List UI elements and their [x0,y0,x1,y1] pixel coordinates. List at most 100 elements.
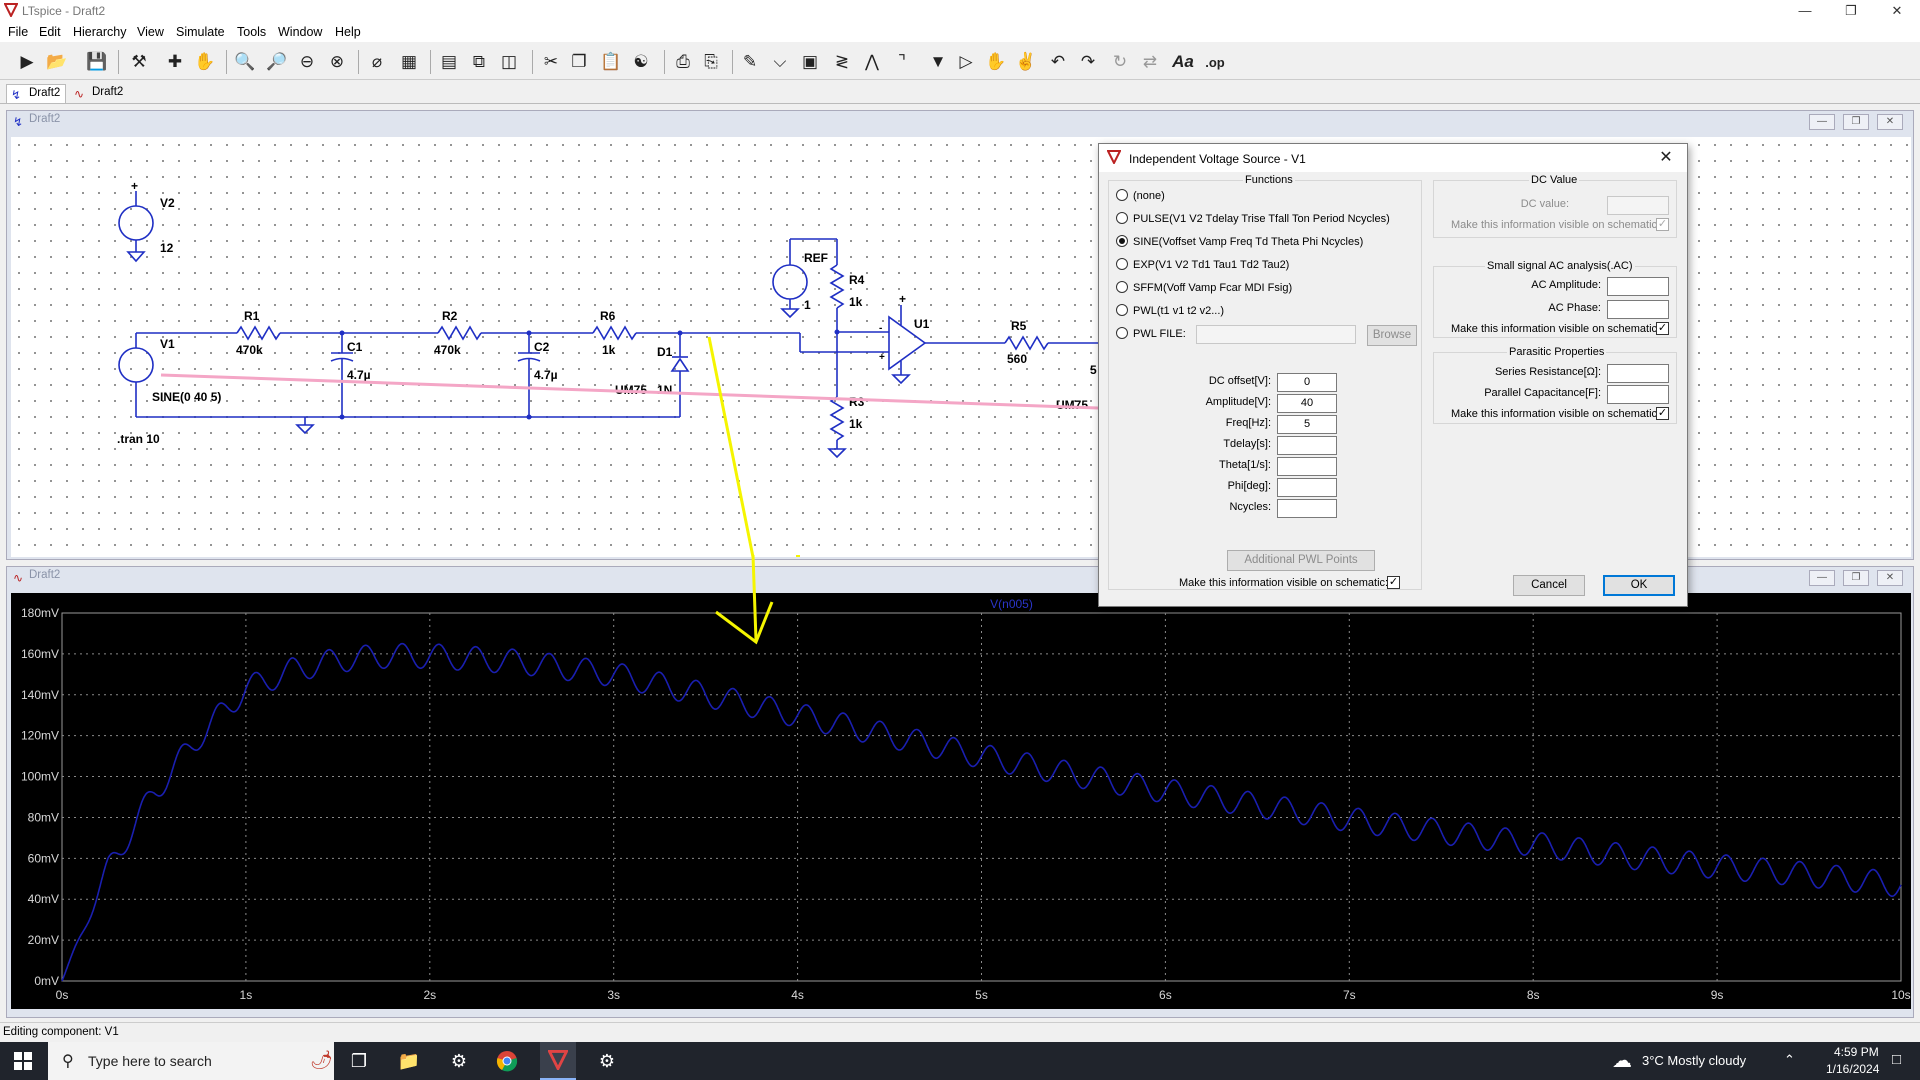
ac-amplitude-input[interactable] [1607,277,1669,296]
tab-schematic[interactable]: ↯ Draft2 [6,84,67,103]
functions-visible-checkbox[interactable]: ✓ [1387,576,1400,589]
zoom-fit-icon[interactable]: ⊗ [324,49,350,75]
capacitor-icon[interactable]: ⋀ [859,49,885,75]
mirror-icon[interactable]: ⇄ [1137,49,1163,75]
additional-pwl-points-button[interactable]: Additional PWL Points [1227,550,1375,571]
radio-pulse[interactable] [1116,212,1128,224]
menu-edit[interactable]: Edit [39,25,61,39]
menu-hierarchy[interactable]: Hierarchy [73,25,127,39]
autorange-icon[interactable]: ⌀ [364,49,390,75]
menu-file[interactable]: File [8,25,28,39]
menu-simulate[interactable]: Simulate [176,25,225,39]
drag-icon[interactable]: ✌ [1013,49,1039,75]
move-icon[interactable]: ✋ [983,49,1009,75]
tdelay-input[interactable] [1277,436,1337,455]
clock-time[interactable]: 4:59 PM [1834,1045,1879,1059]
menu-view[interactable]: View [137,25,164,39]
notification-icon[interactable]: □ [1892,1051,1901,1068]
ac-visible-checkbox[interactable]: ✓ [1656,322,1669,335]
menu-tools[interactable]: Tools [237,25,266,39]
task-view-icon[interactable]: ❐ [342,1042,376,1080]
menu-window[interactable]: Window [278,25,322,39]
chrome-icon[interactable] [490,1042,524,1080]
rotate-icon[interactable]: ↻ [1107,49,1133,75]
ltspice-waveform-taskbar-icon[interactable]: ⚙ [590,1042,624,1080]
settings-icon[interactable]: ⚙ [442,1042,476,1080]
component-icon[interactable]: ▷ [953,49,979,75]
zoom-in-icon[interactable]: 🔍 [232,49,258,75]
radio-sffm[interactable] [1116,281,1128,293]
clock-date[interactable]: 1/16/2024 [1826,1062,1879,1076]
pan-icon[interactable]: ✋ [192,49,218,75]
radio-pwl[interactable] [1116,304,1128,316]
tile-vertical-icon[interactable]: ◫ [496,49,522,75]
mark-range-icon[interactable]: ▦ [396,49,422,75]
freq-input[interactable]: 5 [1277,415,1337,434]
tile-horizontal-icon[interactable]: ▤ [436,49,462,75]
mdi-close-button[interactable]: ✕ [1877,114,1903,130]
restore-button[interactable]: ❐ [1828,1,1874,21]
print-preview-icon[interactable]: ⎘ [698,49,724,75]
ground-icon[interactable]: ⌵ [767,49,793,75]
mdi-minimize-button[interactable]: — [1809,114,1835,130]
diode-icon[interactable]: ▼ [925,49,951,75]
mdi-maximize-button[interactable]: ❐ [1843,114,1869,130]
paste-icon[interactable]: 📋 [598,49,624,75]
zoom-out-icon[interactable]: ⊖ [294,49,320,75]
tray-chevron-icon[interactable]: ⌃ [1784,1052,1795,1068]
theta-input[interactable] [1277,457,1337,476]
radio-pwl-file[interactable] [1116,327,1128,339]
resistor-icon[interactable]: ≷ [829,49,855,75]
file-explorer-icon[interactable]: 📁 [392,1042,426,1080]
draw-wire-icon[interactable]: ✎ [737,49,763,75]
open-icon[interactable]: 📂 [44,49,70,75]
find-icon[interactable]: ☯ [628,49,654,75]
browse-button[interactable]: Browse [1367,325,1417,346]
dc-value-input[interactable] [1607,196,1669,215]
undo-icon[interactable]: ↶ [1045,49,1071,75]
waveform-plot[interactable]: 0s 1s 2s 3s 4s 5s 6s 7s 8s 9s 10s 0mV 20mV 40mV 60mV 80… [11,593,1911,1009]
radio-exp[interactable] [1116,258,1128,270]
dialog-close-button[interactable]: ✕ [1651,146,1681,170]
ac-phase-input[interactable] [1607,300,1669,319]
amplitude-input[interactable]: 40 [1277,394,1337,413]
parallel-capacitance-input[interactable] [1607,385,1669,404]
close-button[interactable]: ✕ [1874,1,1920,21]
dc-offset-input[interactable]: 0 [1277,373,1337,392]
windows-start-icon[interactable] [0,1042,46,1080]
phi-input[interactable] [1277,478,1337,497]
spice-directive-icon[interactable]: .op [1202,49,1228,75]
text-icon[interactable]: Aa [1170,49,1196,75]
tab-waveform[interactable]: ∿ Draft2 [70,84,128,103]
ncycles-input[interactable] [1277,499,1337,518]
mdi-close-button[interactable]: ✕ [1877,570,1903,586]
dc-visible-checkbox[interactable]: ✓ [1656,218,1669,231]
zoom-back-icon[interactable]: 🔎 [264,49,290,75]
save-icon[interactable]: 💾 [84,49,110,75]
control-panel-icon[interactable]: ⚒ [126,49,152,75]
pwl-file-input[interactable] [1196,325,1356,344]
ok-button[interactable]: OK [1603,575,1675,596]
redo-icon[interactable]: ↷ [1075,49,1101,75]
mdi-minimize-button[interactable]: — [1809,570,1835,586]
inductor-icon[interactable]: ⌝ [889,49,915,75]
minimize-button[interactable]: — [1782,1,1828,21]
cascade-icon[interactable]: ⧉ [466,49,492,75]
weather-text[interactable]: 3°C Mostly cloudy [1642,1053,1746,1068]
print-icon[interactable]: ⎙ [670,49,696,75]
weather-icon[interactable]: ☁ [1612,1048,1632,1073]
cancel-button[interactable]: Cancel [1513,575,1585,596]
copy-icon[interactable]: ❐ [566,49,592,75]
mdi-maximize-button[interactable]: ❐ [1843,570,1869,586]
run-icon[interactable]: ▶ [14,49,40,75]
radio-none[interactable] [1116,189,1128,201]
radio-sine[interactable] [1116,235,1128,247]
halt-icon[interactable]: ✚ [162,49,188,75]
menu-help[interactable]: Help [335,25,361,39]
ltspice-taskbar-icon[interactable] [540,1042,576,1080]
series-resistance-input[interactable] [1607,364,1669,383]
cut-icon[interactable]: ✂ [538,49,564,75]
label-net-icon[interactable]: ▣ [797,49,823,75]
parasitic-visible-checkbox[interactable]: ✓ [1656,407,1669,420]
taskbar-search-box[interactable]: ⚲ Type here to search 🌶 [48,1042,334,1080]
